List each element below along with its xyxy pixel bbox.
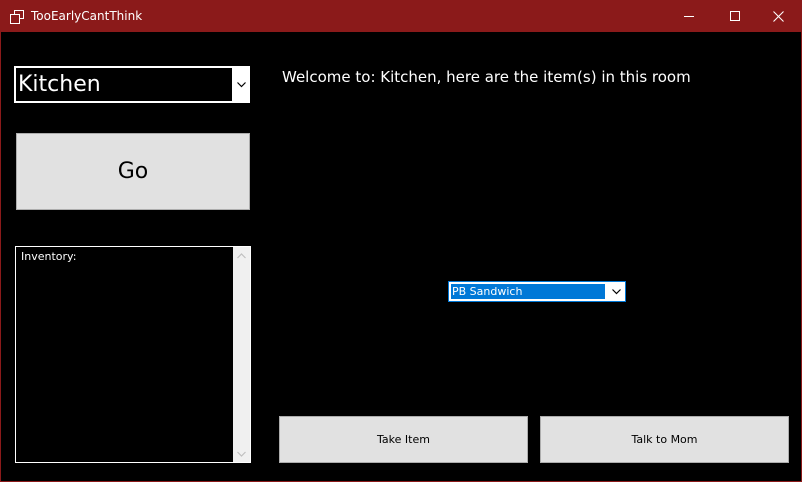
welcome-message: Welcome to: Kitchen, here are the item(s… [282,68,691,86]
window-title: TooEarlyCantThink [31,9,143,23]
minimize-button[interactable] [666,1,712,32]
maximize-button[interactable] [712,1,758,32]
room-select[interactable]: Kitchen [14,66,250,103]
chevron-down-icon[interactable] [607,282,625,301]
room-select-value: Kitchen [16,68,232,101]
client-area: Kitchen Go Inventory: Welcome to: Kitche… [1,32,801,481]
app-window: TooEarlyCantThink Kitchen Go Inventory: [0,0,802,482]
item-select[interactable]: PB Sandwich [448,281,626,302]
go-button[interactable]: Go [16,133,250,210]
inventory-list[interactable]: Inventory: [15,246,251,463]
maximize-icon [729,7,741,26]
scroll-up-icon[interactable] [233,247,250,264]
take-item-button[interactable]: Take Item [279,416,528,463]
chevron-down-icon[interactable] [232,68,250,101]
title-bar[interactable]: TooEarlyCantThink [1,1,801,32]
app-window-icon [10,9,24,24]
minimize-icon [683,7,695,26]
close-button[interactable] [755,1,801,32]
close-icon [772,7,784,26]
inventory-scrollbar[interactable] [233,247,250,462]
item-select-value: PB Sandwich [451,284,605,299]
scroll-down-icon[interactable] [233,445,250,462]
talk-to-mom-button[interactable]: Talk to Mom [540,416,789,463]
inventory-label: Inventory: [21,250,77,263]
